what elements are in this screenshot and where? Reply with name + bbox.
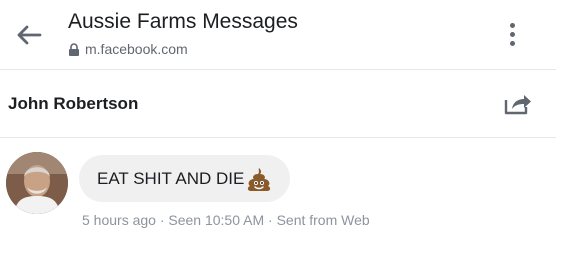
messenger-page: Aussie Farms Messages m.facebook.com Joh… [0, 0, 576, 254]
contact-name[interactable]: John Robertson [8, 94, 138, 114]
share-icon [504, 95, 531, 115]
pile-of-poo-emoji-icon [246, 167, 272, 191]
url-display: m.facebook.com [68, 41, 188, 57]
url-text: m.facebook.com [85, 41, 188, 57]
conversation-header: John Robertson [0, 70, 556, 138]
page-title: Aussie Farms Messages [68, 10, 298, 33]
lock-icon [68, 42, 80, 56]
share-button[interactable] [500, 90, 536, 118]
back-button[interactable] [12, 20, 46, 50]
kebab-menu-icon [509, 22, 515, 28]
browser-header: Aussie Farms Messages m.facebook.com [0, 0, 556, 70]
avatar[interactable] [6, 152, 68, 214]
arrow-left-icon [17, 25, 42, 45]
message-status: 5 hours ago · Seen 10:50 AM · Sent from … [82, 212, 370, 228]
message-bubble[interactable]: EAT SHIT AND DIE [79, 155, 291, 202]
message-text: EAT SHIT AND DIE [97, 168, 245, 188]
more-options-button[interactable] [498, 17, 526, 51]
